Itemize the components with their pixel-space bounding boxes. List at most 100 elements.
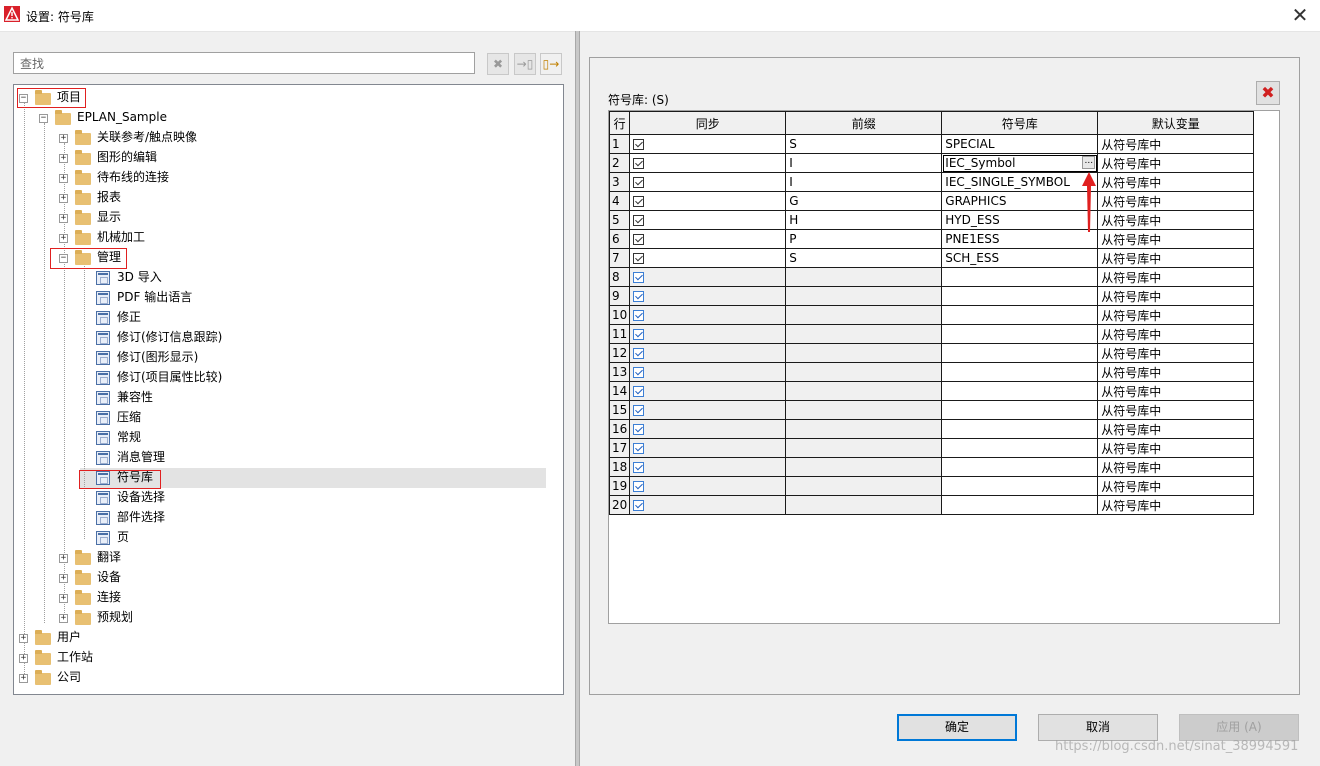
library-cell[interactable]: SPECIAL bbox=[941, 134, 1099, 154]
table-row[interactable]: 12 从符号库中 bbox=[609, 343, 1255, 363]
tree-item-compatibility[interactable]: 兼容性 bbox=[117, 387, 153, 407]
tree-item-translation[interactable]: 翻译 bbox=[97, 547, 121, 567]
library-cell[interactable] bbox=[941, 286, 1099, 306]
default-variant-cell[interactable]: 从符号库中 bbox=[1097, 343, 1255, 363]
tree-item-revision-graphics[interactable]: 修订(图形显示) bbox=[117, 347, 198, 367]
default-variant-cell[interactable]: 从符号库中 bbox=[1097, 191, 1255, 211]
default-variant-cell[interactable]: 从符号库中 bbox=[1097, 381, 1255, 401]
sync-cell[interactable] bbox=[629, 305, 787, 325]
expand-toggle[interactable]: + bbox=[59, 614, 68, 623]
sync-checkbox[interactable] bbox=[633, 386, 645, 397]
default-variant-cell[interactable]: 从符号库中 bbox=[1097, 419, 1255, 439]
table-row[interactable]: 6 P PNE1ESS 从符号库中 bbox=[609, 229, 1255, 249]
library-cell[interactable]: GRAPHICS bbox=[941, 191, 1099, 211]
sync-checkbox[interactable] bbox=[633, 348, 645, 359]
library-cell[interactable] bbox=[941, 419, 1099, 439]
settings-tree[interactable]: − 项目 − EPLAN_Sample + 关联参考/触点映像 + 图形的编辑 … bbox=[13, 84, 564, 695]
prefix-cell[interactable]: H bbox=[785, 210, 943, 230]
prefix-cell[interactable] bbox=[785, 267, 943, 287]
tree-item-pages[interactable]: 页 bbox=[117, 527, 129, 547]
clear-search-button[interactable]: ✖ bbox=[487, 53, 509, 75]
sync-checkbox[interactable] bbox=[633, 215, 645, 226]
expand-toggle[interactable]: + bbox=[59, 194, 68, 203]
sync-cell[interactable] bbox=[629, 134, 787, 154]
apply-button[interactable]: 应用 (A) bbox=[1179, 714, 1299, 741]
table-row[interactable]: 11 从符号库中 bbox=[609, 324, 1255, 344]
column-header-prefix[interactable]: 前缀 bbox=[785, 111, 943, 135]
expand-toggle[interactable]: + bbox=[59, 574, 68, 583]
prefix-cell[interactable] bbox=[785, 305, 943, 325]
default-variant-cell[interactable]: 从符号库中 bbox=[1097, 210, 1255, 230]
sync-checkbox[interactable] bbox=[633, 481, 645, 492]
library-cell[interactable] bbox=[941, 438, 1099, 458]
default-variant-cell[interactable]: 从符号库中 bbox=[1097, 324, 1255, 344]
prefix-cell[interactable]: I bbox=[785, 172, 943, 192]
sync-cell[interactable] bbox=[629, 476, 787, 496]
expand-toggle[interactable]: + bbox=[19, 654, 28, 663]
expand-toggle[interactable]: + bbox=[59, 134, 68, 143]
prefix-cell[interactable]: P bbox=[785, 229, 943, 249]
prefix-cell[interactable]: I bbox=[785, 153, 943, 173]
tree-item-preplanning[interactable]: 预规划 bbox=[97, 607, 133, 627]
sync-cell[interactable] bbox=[629, 286, 787, 306]
table-row[interactable]: 15 从符号库中 bbox=[609, 400, 1255, 420]
default-variant-cell[interactable]: 从符号库中 bbox=[1097, 476, 1255, 496]
tree-item-connections[interactable]: 连接 bbox=[97, 587, 121, 607]
table-row[interactable]: 8 从符号库中 bbox=[609, 267, 1255, 287]
tree-item-eplan-sample[interactable]: EPLAN_Sample bbox=[77, 107, 167, 127]
tree-item-3d-import[interactable]: 3D 导入 bbox=[117, 267, 162, 287]
cancel-button[interactable]: 取消 bbox=[1038, 714, 1158, 741]
table-row[interactable]: 10 从符号库中 bbox=[609, 305, 1255, 325]
tree-item-machining[interactable]: 机械加工 bbox=[97, 227, 145, 247]
table-row[interactable]: 3 I IEC_SINGLE_SYMBOL 从符号库中 bbox=[609, 172, 1255, 192]
prefix-cell[interactable]: S bbox=[785, 248, 943, 268]
sync-checkbox[interactable] bbox=[633, 462, 645, 473]
table-row[interactable]: 1 S SPECIAL 从符号库中 bbox=[609, 134, 1255, 154]
table-row[interactable]: 19 从符号库中 bbox=[609, 476, 1255, 496]
sync-cell[interactable] bbox=[629, 381, 787, 401]
tree-item-reports[interactable]: 报表 bbox=[97, 187, 121, 207]
sync-cell[interactable] bbox=[629, 267, 787, 287]
expand-icon[interactable]: ▯→ bbox=[540, 53, 562, 75]
prefix-cell[interactable] bbox=[785, 362, 943, 382]
library-cell[interactable]: HYD_ESS bbox=[941, 210, 1099, 230]
prefix-cell[interactable] bbox=[785, 438, 943, 458]
sync-cell[interactable] bbox=[629, 210, 787, 230]
library-cell[interactable]: IEC_Symbol... bbox=[941, 153, 1099, 173]
tree-item-graphic-editing[interactable]: 图形的编辑 bbox=[97, 147, 157, 167]
collapse-toggle[interactable]: − bbox=[39, 114, 48, 123]
default-variant-cell[interactable]: 从符号库中 bbox=[1097, 172, 1255, 192]
prefix-cell[interactable] bbox=[785, 457, 943, 477]
column-header-sync[interactable]: 同步 bbox=[629, 111, 787, 135]
column-header-library[interactable]: 符号库 bbox=[941, 111, 1099, 135]
column-header-default-variant[interactable]: 默认变量 bbox=[1097, 111, 1255, 135]
library-cell[interactable] bbox=[941, 362, 1099, 382]
sync-checkbox[interactable] bbox=[633, 405, 645, 416]
prefix-cell[interactable] bbox=[785, 286, 943, 306]
prefix-cell[interactable] bbox=[785, 495, 943, 515]
expand-toggle[interactable]: + bbox=[59, 594, 68, 603]
library-cell[interactable]: PNE1ESS bbox=[941, 229, 1099, 249]
expand-toggle[interactable]: + bbox=[59, 554, 68, 563]
sync-checkbox[interactable] bbox=[633, 177, 645, 188]
expand-toggle[interactable]: + bbox=[59, 154, 68, 163]
ok-button[interactable]: 确定 bbox=[897, 714, 1017, 741]
tree-item-part-selection[interactable]: 部件选择 bbox=[117, 507, 165, 527]
sync-cell[interactable] bbox=[629, 324, 787, 344]
tree-item-correction[interactable]: 修正 bbox=[117, 307, 141, 327]
expand-toggle[interactable]: + bbox=[19, 674, 28, 683]
expand-toggle[interactable]: + bbox=[19, 634, 28, 643]
table-row[interactable]: 16 从符号库中 bbox=[609, 419, 1255, 439]
tree-item-devices[interactable]: 设备 bbox=[97, 567, 121, 587]
library-cell[interactable]: SCH_ESS bbox=[941, 248, 1099, 268]
prefix-cell[interactable] bbox=[785, 419, 943, 439]
table-row[interactable]: 5 H HYD_ESS 从符号库中 bbox=[609, 210, 1255, 230]
default-variant-cell[interactable]: 从符号库中 bbox=[1097, 153, 1255, 173]
prefix-cell[interactable] bbox=[785, 476, 943, 496]
table-row[interactable]: 2 I IEC_Symbol... 从符号库中 bbox=[609, 153, 1255, 173]
tree-item-display[interactable]: 显示 bbox=[97, 207, 121, 227]
tree-item-workstation[interactable]: 工作站 bbox=[57, 647, 93, 667]
expand-toggle[interactable]: + bbox=[59, 214, 68, 223]
library-cell[interactable] bbox=[941, 476, 1099, 496]
close-icon[interactable]: ✕ bbox=[1288, 4, 1312, 26]
